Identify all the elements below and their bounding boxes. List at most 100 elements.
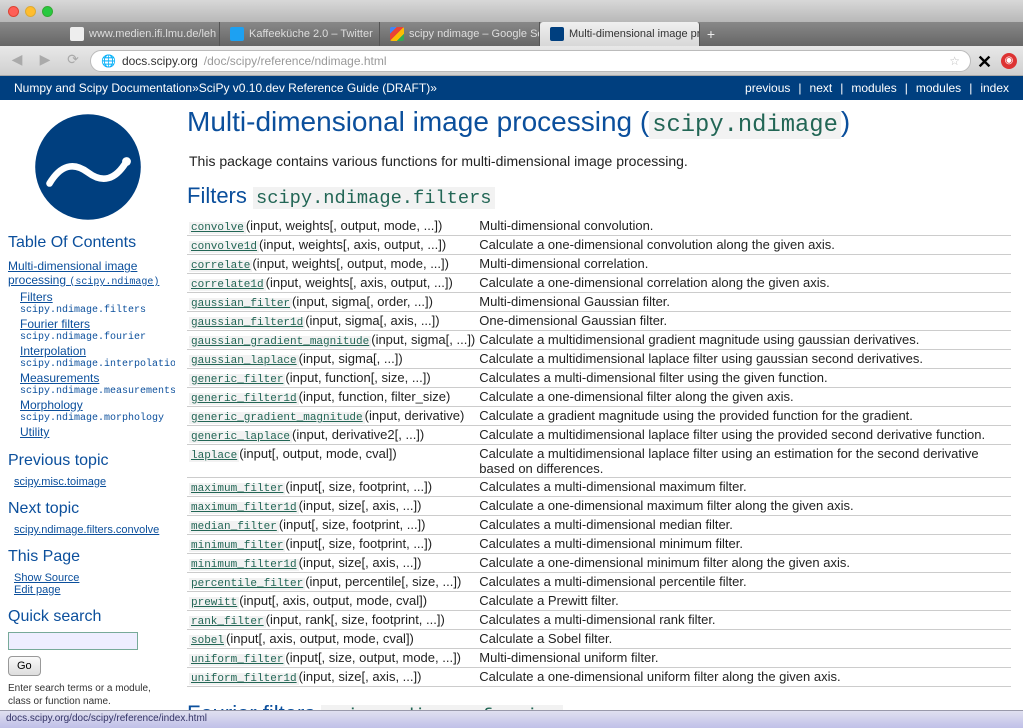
favicon-icon [550, 27, 564, 41]
api-args: (input, size[, axis, ...]) [299, 555, 422, 570]
api-row: minimum_filter(input[, size, footprint, … [187, 535, 1011, 554]
api-fn-link[interactable]: minimum_filter1d [189, 559, 299, 571]
api-args: (input[, output, mode, cval]) [239, 446, 397, 461]
api-fn-link[interactable]: median_filter [189, 521, 279, 533]
new-tab-button[interactable]: + [700, 22, 722, 46]
api-fn-link[interactable]: generic_laplace [189, 431, 292, 443]
toc-code: scipy.ndimage.morphology [8, 413, 167, 424]
nav-previous[interactable]: previous [745, 81, 790, 95]
api-fn-link[interactable]: prewitt [189, 597, 239, 609]
api-args: (input, function, filter_size) [299, 389, 451, 404]
api-args: (input[, size, footprint, ...]) [285, 536, 432, 551]
extension-adblock-icon[interactable]: ◉ [1001, 53, 1017, 69]
api-args: (input, weights[, axis, output, ...]) [266, 275, 453, 290]
api-row: prewitt(input[, axis, output, mode, cval… [187, 592, 1011, 611]
browser-tab-active[interactable]: Multi-dimensional image pr... [540, 22, 700, 46]
api-fn-link[interactable]: convolve1d [189, 241, 259, 253]
browser-tab[interactable]: Kaffeeküche 2.0 – Twitter [220, 22, 380, 46]
api-fn-link[interactable]: maximum_filter1d [189, 502, 299, 514]
api-fn-link[interactable]: convolve [189, 222, 246, 234]
nav-modules[interactable]: modules [851, 81, 896, 95]
window-zoom-icon[interactable] [42, 6, 53, 17]
api-desc: Calculates a multi-dimensional minimum f… [477, 535, 1011, 554]
api-args: (input, sigma[, ...]) [371, 332, 475, 347]
api-fn-link[interactable]: correlate [189, 260, 252, 272]
breadcrumb-sep: » [192, 81, 199, 95]
toc-heading: Table Of Contents [8, 234, 167, 252]
api-args: (input[, axis, output, mode, cval]) [239, 593, 427, 608]
api-fn-link[interactable]: sobel [189, 635, 226, 647]
api-fn-link[interactable]: gaussian_laplace [189, 355, 299, 367]
api-fn-link[interactable]: gaussian_filter [189, 298, 292, 310]
breadcrumb-guide[interactable]: SciPy v0.10.dev Reference Guide (DRAFT) [199, 81, 430, 95]
window-titlebar [0, 0, 1023, 22]
api-args: (input, derivative) [365, 408, 465, 423]
api-desc: Calculate a one-dimensional filter along… [477, 388, 1011, 407]
api-fn-link[interactable]: uniform_filter [189, 654, 285, 666]
api-desc: Calculate a multidimensional laplace fil… [477, 426, 1011, 445]
back-button[interactable]: ◀ [6, 51, 28, 71]
toc-link-main[interactable]: Multi-dimensional image processing (scip… [8, 258, 167, 289]
api-desc: Calculate a gradient magnitude using the… [477, 407, 1011, 426]
status-bar: docs.scipy.org/doc/scipy/reference/index… [0, 710, 1023, 728]
api-fn-link[interactable]: laplace [189, 450, 239, 462]
toc-link[interactable]: Filters [8, 289, 167, 305]
breadcrumb-sep: » [430, 81, 437, 95]
api-row: percentile_filter(input, percentile[, si… [187, 573, 1011, 592]
api-desc: Calculates a multi-dimensional rank filt… [477, 611, 1011, 630]
reload-button[interactable]: ⟳ [62, 51, 84, 71]
toc-link[interactable]: Interpolation [8, 343, 167, 359]
show-source-link[interactable]: Show Source [8, 572, 167, 584]
nav-index[interactable]: index [980, 81, 1009, 95]
api-fn-link[interactable]: generic_gradient_magnitude [189, 412, 365, 424]
api-fn-link[interactable]: correlate1d [189, 279, 266, 291]
api-row: uniform_filter1d(input, size[, axis, ...… [187, 668, 1011, 687]
nav-next[interactable]: next [810, 81, 833, 95]
doc-top-nav: Numpy and Scipy Documentation » SciPy v0… [0, 76, 1023, 100]
tab-label: www.medien.ifi.lmu.de/leh [89, 28, 216, 40]
api-fn-link[interactable]: gaussian_gradient_magnitude [189, 336, 371, 348]
browser-tab[interactable]: www.medien.ifi.lmu.de/leh [60, 22, 220, 46]
api-row: generic_filter1d(input, function, filter… [187, 388, 1011, 407]
search-input[interactable] [8, 632, 138, 650]
extension-icon[interactable]: ✕ [977, 52, 995, 70]
api-row: gaussian_laplace(input, sigma[, ...])Cal… [187, 350, 1011, 369]
browser-tab[interactable]: scipy ndimage – Google Se... [380, 22, 540, 46]
toc-link[interactable]: Measurements [8, 370, 167, 386]
bookmark-star-icon[interactable]: ☆ [949, 54, 960, 68]
api-fn-link[interactable]: generic_filter [189, 374, 285, 386]
api-args: (input, sigma[, ...]) [299, 351, 403, 366]
window-minimize-icon[interactable] [25, 6, 36, 17]
next-topic-link[interactable]: scipy.ndimage.filters.convolve [8, 524, 167, 536]
toc-code: scipy.ndimage.fourier [8, 332, 167, 343]
toc-link[interactable]: Fourier filters [8, 316, 167, 332]
api-args: (input[, size, output, mode, ...]) [285, 650, 461, 665]
content-area[interactable]: Multi-dimensional image processing (scip… [175, 100, 1023, 710]
url-input[interactable]: 🌐 docs.scipy.org/doc/scipy/reference/ndi… [90, 50, 971, 72]
sidebar: Table Of Contents Multi-dimensional imag… [0, 100, 175, 710]
api-fn-link[interactable]: minimum_filter [189, 540, 285, 552]
api-fn-link[interactable]: rank_filter [189, 616, 266, 628]
toc-code: scipy.ndimage.filters [8, 305, 167, 316]
api-fn-link[interactable]: percentile_filter [189, 578, 305, 590]
toc-link[interactable]: Utility [8, 424, 167, 440]
forward-button[interactable]: ▶ [34, 51, 56, 71]
window-close-icon[interactable] [8, 6, 19, 17]
browser-tab-bar: www.medien.ifi.lmu.de/leh Kaffeeküche 2.… [0, 22, 1023, 46]
api-args: (input, derivative2[, ...]) [292, 427, 424, 442]
breadcrumb-home[interactable]: Numpy and Scipy Documentation [14, 81, 192, 95]
url-path: /doc/scipy/reference/ndimage.html [204, 54, 387, 68]
api-fn-link[interactable]: maximum_filter [189, 483, 285, 495]
api-fn-link[interactable]: gaussian_filter1d [189, 317, 305, 329]
search-go-button[interactable]: Go [8, 656, 41, 676]
prev-topic-link[interactable]: scipy.misc.toimage [8, 476, 167, 488]
toc-link[interactable]: Morphology [8, 397, 167, 413]
api-desc: Multi-dimensional Gaussian filter. [477, 293, 1011, 312]
api-fn-link[interactable]: generic_filter1d [189, 393, 299, 405]
edit-page-link[interactable]: Edit page [8, 584, 167, 596]
api-fn-link[interactable]: uniform_filter1d [189, 673, 299, 685]
api-row: minimum_filter1d(input, size[, axis, ...… [187, 554, 1011, 573]
api-desc: Calculate a one-dimensional correlation … [477, 274, 1011, 293]
api-desc: Multi-dimensional correlation. [477, 255, 1011, 274]
nav-modules[interactable]: modules [916, 81, 961, 95]
